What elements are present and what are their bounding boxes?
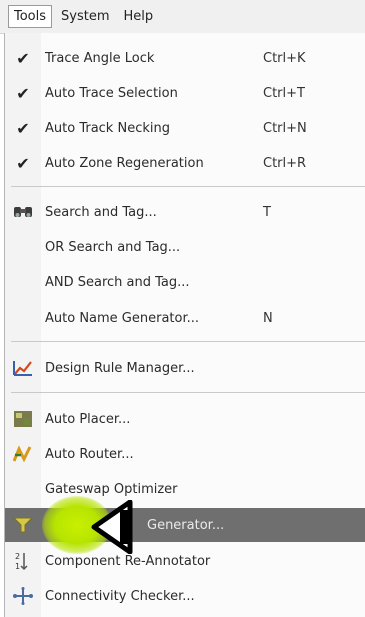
menu-item-auto-trace-selection[interactable]: ✔ Auto Trace Selection Ctrl+T	[5, 76, 365, 110]
connectivity-icon	[11, 585, 35, 607]
menu-item-label: Auto Trace Selection	[45, 85, 178, 101]
menu-separator	[11, 186, 365, 187]
menu-item-auto-placer[interactable]: Auto Placer...	[5, 402, 365, 436]
menu-item-shortcut: Ctrl+K	[263, 50, 306, 66]
menu-item-shortcut: Ctrl+R	[263, 155, 307, 171]
mouse-cursor-icon	[91, 500, 133, 554]
ruler-chart-icon	[11, 357, 35, 379]
check-icon: ✔	[16, 48, 30, 68]
menu-item-label: Connectivity Checker...	[45, 588, 195, 604]
menu-item-auto-track-necking[interactable]: ✔ Auto Track Necking Ctrl+N	[5, 111, 365, 145]
menu-item-auto-zone-regeneration[interactable]: ✔ Auto Zone Regeneration Ctrl+R	[5, 146, 365, 180]
menu-item-shortcut: Ctrl+N	[263, 120, 307, 136]
menu-item-connectivity-checker[interactable]: Connectivity Checker...	[5, 579, 365, 613]
menu-item-and-search-and-tag[interactable]: AND Search and Tag...	[5, 265, 365, 299]
menu-item-design-rule-manager[interactable]: Design Rule Manager...	[5, 351, 365, 385]
placer-icon	[11, 408, 35, 430]
menu-item-label: Trace Angle Lock	[45, 50, 155, 66]
menu-separator	[11, 341, 365, 342]
check-icon: ✔	[16, 118, 30, 138]
menu-item-label: Auto Track Necking	[45, 120, 170, 136]
menu-item-label: Auto Router...	[45, 446, 134, 462]
menu-item-label: OR Search and Tag...	[45, 239, 181, 255]
menu-item-search-and-tag[interactable]: Search and Tag... T	[5, 195, 365, 229]
svg-text:1: 1	[15, 562, 20, 571]
menu-item-label: Generator...	[147, 517, 225, 533]
menu-item-label: Auto Zone Regeneration	[45, 155, 204, 171]
menu-item-label: Gateswap Optimizer	[45, 481, 178, 497]
router-icon	[11, 443, 35, 465]
check-icon: ✔	[16, 83, 30, 103]
menu-item-label: Design Rule Manager...	[45, 360, 195, 376]
menu-item-label: Auto Placer...	[45, 411, 131, 427]
reannotate-icon: 2 1	[11, 550, 35, 572]
check-icon: ✔	[16, 153, 30, 173]
menu-item-auto-name-generator[interactable]: Auto Name Generator... N	[5, 301, 365, 335]
menu-item-shortcut: N	[263, 310, 273, 326]
menu-item-label: AND Search and Tag...	[45, 274, 190, 290]
menu-item-auto-router[interactable]: Auto Router...	[5, 437, 365, 471]
menu-separator	[11, 392, 365, 393]
menu-tools[interactable]: Tools	[8, 5, 53, 28]
menu-bar: Tools System Help	[0, 0, 365, 34]
menu-item-shortcut: T	[263, 204, 271, 220]
svg-text:2: 2	[15, 552, 20, 561]
menu-item-or-search-and-tag[interactable]: OR Search and Tag...	[5, 230, 365, 264]
menu-item-label: Search and Tag...	[45, 204, 157, 220]
menu-item-trace-angle-lock[interactable]: ✔ Trace Angle Lock Ctrl+K	[5, 41, 365, 75]
menu-item-label: Auto Name Generator...	[45, 310, 200, 326]
menu-item-label: Component Re-Annotator	[45, 553, 211, 569]
binoculars-icon	[11, 201, 35, 223]
funnel-icon	[11, 514, 35, 536]
menu-item-shortcut: Ctrl+T	[263, 85, 305, 101]
menu-system[interactable]: System	[56, 6, 114, 27]
menu-help[interactable]: Help	[119, 6, 159, 27]
